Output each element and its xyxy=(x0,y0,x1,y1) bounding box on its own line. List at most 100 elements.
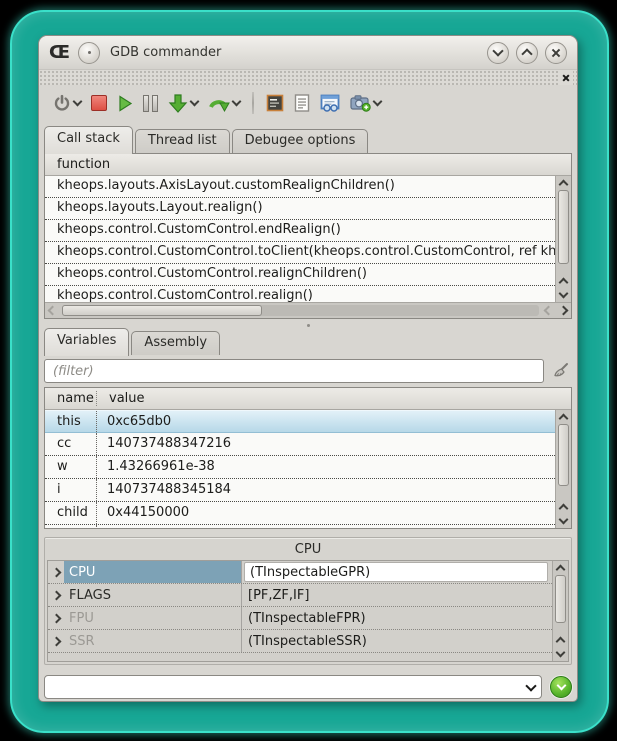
dropdown-chevron-icon xyxy=(190,97,200,107)
dropdown-chevron-icon xyxy=(232,97,242,107)
expand-chevron-icon[interactable] xyxy=(48,638,64,645)
continue-button[interactable] xyxy=(113,89,137,117)
scroll-up-button[interactable] xyxy=(556,410,571,424)
snapshot-camera-icon xyxy=(350,94,371,112)
gdb-commander-window: Œ GDB commander xyxy=(38,35,578,702)
scroll-up-button[interactable] xyxy=(553,561,568,575)
scrollbar-thumb[interactable] xyxy=(558,424,569,486)
scrollbar-thumb[interactable] xyxy=(555,575,566,623)
scroll-up-button[interactable] xyxy=(556,500,571,514)
pause-icon xyxy=(143,95,158,112)
toolbar-drag-handle[interactable] xyxy=(39,69,577,85)
column-header-function[interactable]: function xyxy=(45,157,122,172)
call-stack-horizontal-scrollbar[interactable] xyxy=(45,302,571,318)
scroll-down-button[interactable] xyxy=(553,647,568,661)
pin-button[interactable] xyxy=(78,42,100,64)
panel-close-button[interactable] xyxy=(559,71,573,85)
cpu-register-row[interactable]: FPU (TInspectableFPR) xyxy=(48,607,552,630)
scroll-up-button[interactable] xyxy=(553,633,568,647)
scrollbar-thumb[interactable] xyxy=(558,190,569,264)
scrollbar-thumb[interactable] xyxy=(62,305,262,316)
cpu-vertical-scrollbar[interactable] xyxy=(552,561,568,661)
filter-input[interactable] xyxy=(44,359,544,383)
expand-chevron-icon[interactable] xyxy=(48,615,64,622)
variable-row[interactable]: w1.43266961e-38 xyxy=(45,456,555,479)
call-stack-header: function xyxy=(45,154,571,176)
chevron-down-icon xyxy=(556,648,566,658)
clear-filter-button[interactable] xyxy=(550,360,572,382)
call-stack-row[interactable]: kheops.layouts.AxisLayout.customRealignC… xyxy=(45,176,555,198)
tab-variables[interactable]: Variables xyxy=(44,328,129,356)
variables-vertical-scrollbar[interactable] xyxy=(555,410,571,528)
cpu-register-row[interactable]: FLAGS [PF,ZF,IF] xyxy=(48,584,552,607)
variable-row[interactable]: b1.43266961e-38 xyxy=(45,525,555,528)
chevron-up-icon xyxy=(559,504,569,514)
cpu-register-row[interactable]: CPU (TInspectableGPR) xyxy=(48,561,552,584)
command-combobox[interactable] xyxy=(44,675,542,699)
filter-row xyxy=(44,357,572,385)
scroll-down-button[interactable] xyxy=(556,288,571,302)
chevron-left-icon xyxy=(48,306,58,316)
tab-assembly[interactable]: Assembly xyxy=(131,331,220,355)
stop-button[interactable] xyxy=(87,89,111,117)
variable-row[interactable]: i140737488345184 xyxy=(45,479,555,502)
cpu-panel-title: CPU xyxy=(45,538,571,560)
watches-button[interactable] xyxy=(316,89,344,117)
cpu-register-row[interactable]: SSR (TInspectableSSR) xyxy=(48,630,552,653)
close-button[interactable] xyxy=(545,42,567,64)
scroll-up-button[interactable] xyxy=(556,274,571,288)
call-stack-row[interactable]: kheops.control.CustomControl.endRealign(… xyxy=(45,220,555,242)
shade-button[interactable] xyxy=(487,42,509,64)
disassembly-button[interactable] xyxy=(262,89,288,117)
watch-window-icon xyxy=(320,94,340,112)
scrollbar-track[interactable] xyxy=(62,305,539,316)
run-button[interactable] xyxy=(49,89,85,117)
scroll-right-button[interactable] xyxy=(556,304,571,318)
tab-thread-list[interactable]: Thread list xyxy=(135,129,230,153)
maximize-button[interactable] xyxy=(516,42,538,64)
pause-button[interactable] xyxy=(139,89,162,117)
command-row xyxy=(44,673,572,701)
screenshot-canvas: Œ GDB commander xyxy=(0,0,617,741)
variables-header: name value xyxy=(45,388,571,410)
stop-icon xyxy=(91,95,107,111)
scroll-left-button[interactable] xyxy=(45,304,60,318)
column-header-name[interactable]: name xyxy=(45,391,97,406)
call-stack-row[interactable]: kheops.control.CustomControl.realign() xyxy=(45,286,555,302)
expand-chevron-icon[interactable] xyxy=(48,592,64,599)
tab-debugee-options[interactable]: Debugee options xyxy=(232,129,369,153)
variable-row[interactable]: cc140737488347216 xyxy=(45,433,555,456)
dock-content: Call stack Thread list Debugee options f… xyxy=(39,121,577,701)
cpu-panel: CPU CPU (TInspectableGPR) FLAGS [PF,ZF,I… xyxy=(44,537,572,665)
column-header-value[interactable]: value xyxy=(97,391,157,406)
scroll-left-button[interactable] xyxy=(541,304,556,318)
call-stack-vertical-scrollbar[interactable] xyxy=(555,176,571,302)
scroll-down-button[interactable] xyxy=(556,514,571,528)
titlebar[interactable]: Œ GDB commander xyxy=(39,36,577,69)
call-stack-row[interactable]: kheops.layouts.Layout.realign() xyxy=(45,198,555,220)
chevron-up-icon xyxy=(556,565,566,575)
snapshot-button[interactable] xyxy=(346,89,385,117)
variables-list: this0xc65db0 cc140737488347216 w1.432669… xyxy=(45,410,555,528)
combobox-chevron-icon xyxy=(525,680,536,691)
scroll-up-button[interactable] xyxy=(556,176,571,190)
call-stack-panel: function kheops.layouts.AxisLayout.custo… xyxy=(44,153,572,319)
close-icon xyxy=(551,48,561,58)
toolbar-separator xyxy=(252,92,254,114)
expand-chevron-icon[interactable] xyxy=(48,569,64,576)
step-into-button[interactable] xyxy=(164,89,202,117)
variables-tabbar: Variables Assembly xyxy=(44,331,572,355)
command-input[interactable] xyxy=(53,679,527,696)
call-stack-row[interactable]: kheops.control.CustomControl.realignChil… xyxy=(45,264,555,286)
variable-row[interactable]: child0x44150000 xyxy=(45,502,555,525)
tab-call-stack[interactable]: Call stack xyxy=(44,126,133,154)
chevron-left-icon xyxy=(544,306,554,316)
power-icon xyxy=(53,94,71,112)
evaluate-button[interactable] xyxy=(550,676,572,698)
view-log-button[interactable] xyxy=(290,89,314,117)
variable-row[interactable]: this0xc65db0 xyxy=(45,410,555,433)
dropdown-chevron-icon xyxy=(73,97,83,107)
chevron-up-icon xyxy=(521,48,532,59)
step-over-button[interactable] xyxy=(204,89,244,117)
call-stack-row[interactable]: kheops.control.CustomControl.toClient(kh… xyxy=(45,242,555,264)
